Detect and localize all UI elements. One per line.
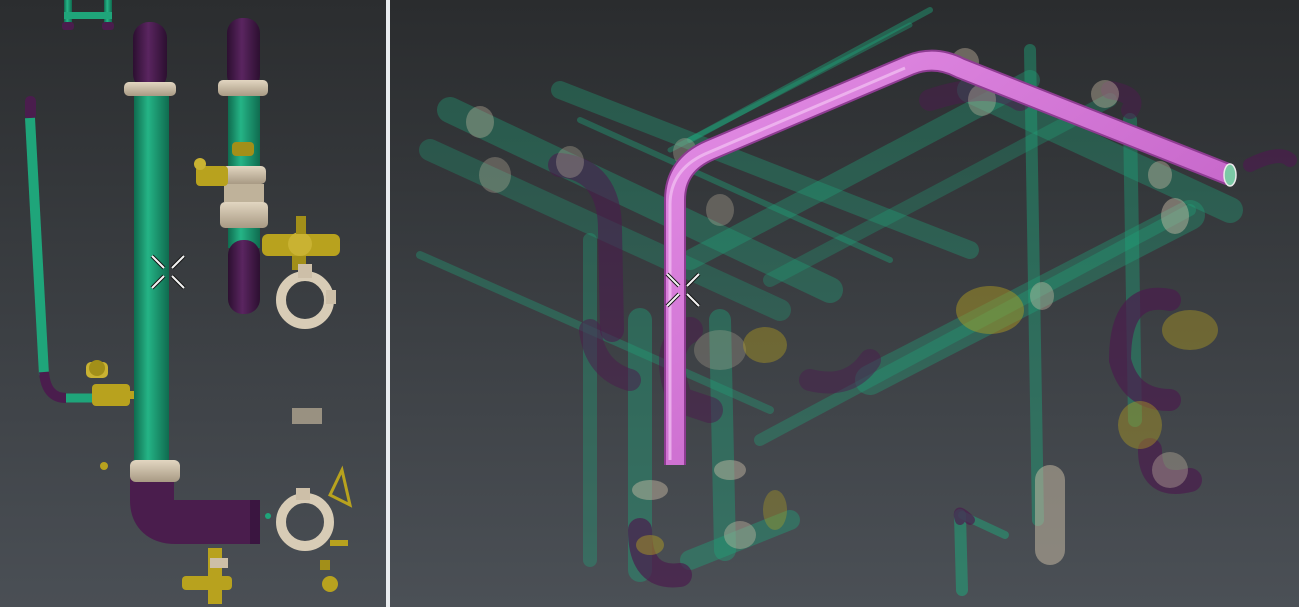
left-scene (0, 0, 386, 607)
flange-bottom[interactable] (130, 460, 180, 482)
point-cloud-viewer (0, 0, 1299, 607)
right-scene (390, 0, 1299, 607)
flange-right-top[interactable] (218, 80, 268, 96)
flange-top[interactable] (124, 82, 176, 96)
viewport-left[interactable] (0, 0, 386, 607)
viewport-right[interactable] (390, 0, 1299, 607)
